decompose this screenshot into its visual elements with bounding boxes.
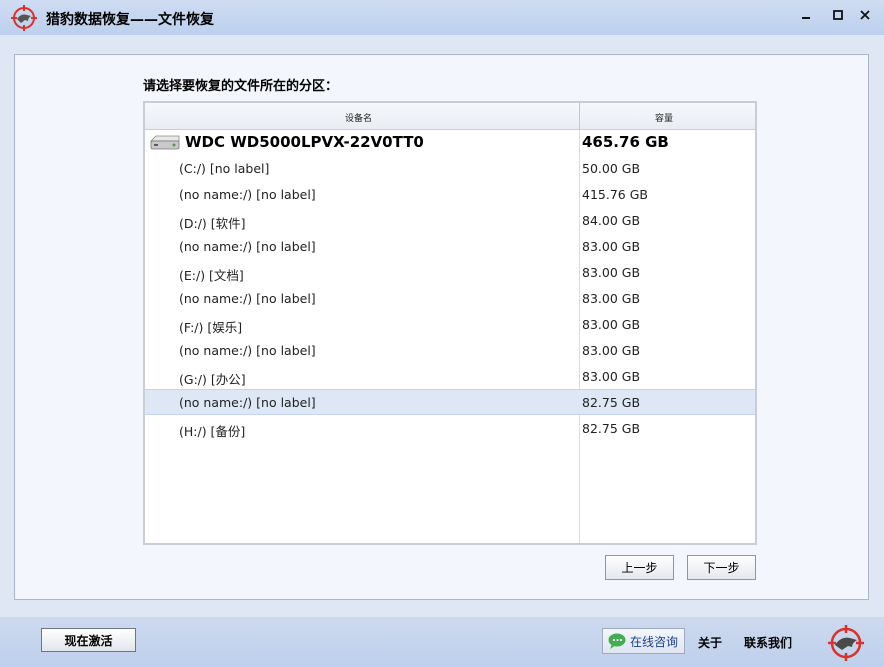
partition-row[interactable]: (G:/) [办公] 83.00 GB — [145, 363, 755, 389]
minimize-icon — [802, 17, 810, 19]
maximize-icon — [833, 10, 843, 20]
chat-bubble-icon — [608, 633, 626, 649]
partition-capacity: 83.00 GB — [582, 317, 641, 332]
hard-disk-icon — [150, 135, 180, 150]
partition-row-selected[interactable]: (no name:/) [no label] 82.75 GB — [145, 389, 755, 415]
online-consult-button[interactable]: 在线咨询 — [602, 628, 685, 654]
maximize-button[interactable] — [829, 6, 847, 24]
column-header-name[interactable]: 设备名 — [345, 111, 372, 124]
next-step-button[interactable]: 下一步 — [687, 555, 756, 580]
partition-row[interactable]: (E:/) [文档] 83.00 GB — [145, 259, 755, 285]
window-title: 猎豹数据恢复——文件恢复 — [46, 12, 214, 28]
partition-capacity: 83.00 GB — [582, 239, 641, 254]
cheetah-brand-logo-icon — [828, 625, 864, 661]
partition-capacity: 83.00 GB — [582, 369, 641, 384]
cheetah-logo-icon — [11, 5, 37, 31]
partition-name: (H:/) [备份] — [179, 424, 246, 439]
partition-name: (no name:/) [no label] — [179, 395, 316, 410]
partition-capacity: 82.75 GB — [582, 395, 641, 410]
header-separator[interactable] — [579, 103, 580, 129]
partition-row[interactable]: (H:/) [备份] 82.75 GB — [145, 415, 755, 441]
partition-name: (no name:/) [no label] — [179, 187, 316, 202]
partition-prompt: 请选择要恢复的文件所在的分区： — [143, 79, 339, 94]
partition-capacity: 50.00 GB — [582, 161, 641, 176]
contact-us-link[interactable]: 联系我们 — [744, 634, 792, 651]
close-icon — [860, 10, 870, 20]
partition-name: (C:/) [no label] — [179, 161, 270, 176]
disk-capacity: 465.76 GB — [582, 133, 669, 151]
partition-capacity: 415.76 GB — [582, 187, 648, 202]
partition-name: (D:/) [软件] — [179, 216, 246, 231]
partition-name: (no name:/) [no label] — [179, 291, 316, 306]
previous-step-button[interactable]: 上一步 — [605, 555, 674, 580]
partition-name: (no name:/) [no label] — [179, 343, 316, 358]
title-bar: 猎豹数据恢复——文件恢复 — [0, 0, 884, 35]
partition-name: (G:/) [办公] — [179, 372, 246, 387]
online-consult-label: 在线咨询 — [630, 634, 679, 649]
partition-name: (F:/) [娱乐] — [179, 320, 243, 335]
column-header-capacity[interactable]: 容量 — [655, 111, 673, 124]
partition-capacity: 83.00 GB — [582, 265, 641, 280]
partition-capacity: 83.00 GB — [582, 343, 641, 358]
disk-row[interactable]: WDC WD5000LPVX-22V0TT0 465.76 GB — [145, 129, 755, 155]
minimize-button[interactable] — [797, 6, 815, 24]
partition-row[interactable]: (no name:/) [no label] 83.00 GB — [145, 337, 755, 363]
list-header: 设备名 容量 — [145, 103, 755, 130]
partition-row[interactable]: (F:/) [娱乐] 83.00 GB — [145, 311, 755, 337]
disk-name: WDC WD5000LPVX-22V0TT0 — [185, 133, 424, 151]
partition-row[interactable]: (no name:/) [no label] 83.00 GB — [145, 285, 755, 311]
activate-now-button[interactable]: 现在激活 — [41, 628, 136, 652]
content-panel: 请选择要恢复的文件所在的分区： 设备名 容量 WDC WD5000LPVX-22… — [14, 54, 869, 600]
partition-name: (no name:/) [no label] — [179, 239, 316, 254]
partition-row[interactable]: (no name:/) [no label] 83.00 GB — [145, 233, 755, 259]
close-button[interactable] — [856, 6, 874, 24]
partition-name: (E:/) [文档] — [179, 268, 244, 283]
partition-capacity: 83.00 GB — [582, 291, 641, 306]
partition-row[interactable]: (D:/) [软件] 84.00 GB — [145, 207, 755, 233]
partition-capacity: 82.75 GB — [582, 421, 641, 436]
partition-row[interactable]: (C:/) [no label] 50.00 GB — [145, 155, 755, 181]
bottom-bar: 现在激活 在线咨询 关于 联系我们 — [0, 617, 884, 667]
partition-capacity: 84.00 GB — [582, 213, 641, 228]
partition-row[interactable]: (no name:/) [no label] 415.76 GB — [145, 181, 755, 207]
about-link[interactable]: 关于 — [698, 634, 722, 651]
partition-list[interactable]: 设备名 容量 WDC WD5000LPVX-22V0TT0 465.76 GB … — [143, 101, 757, 545]
